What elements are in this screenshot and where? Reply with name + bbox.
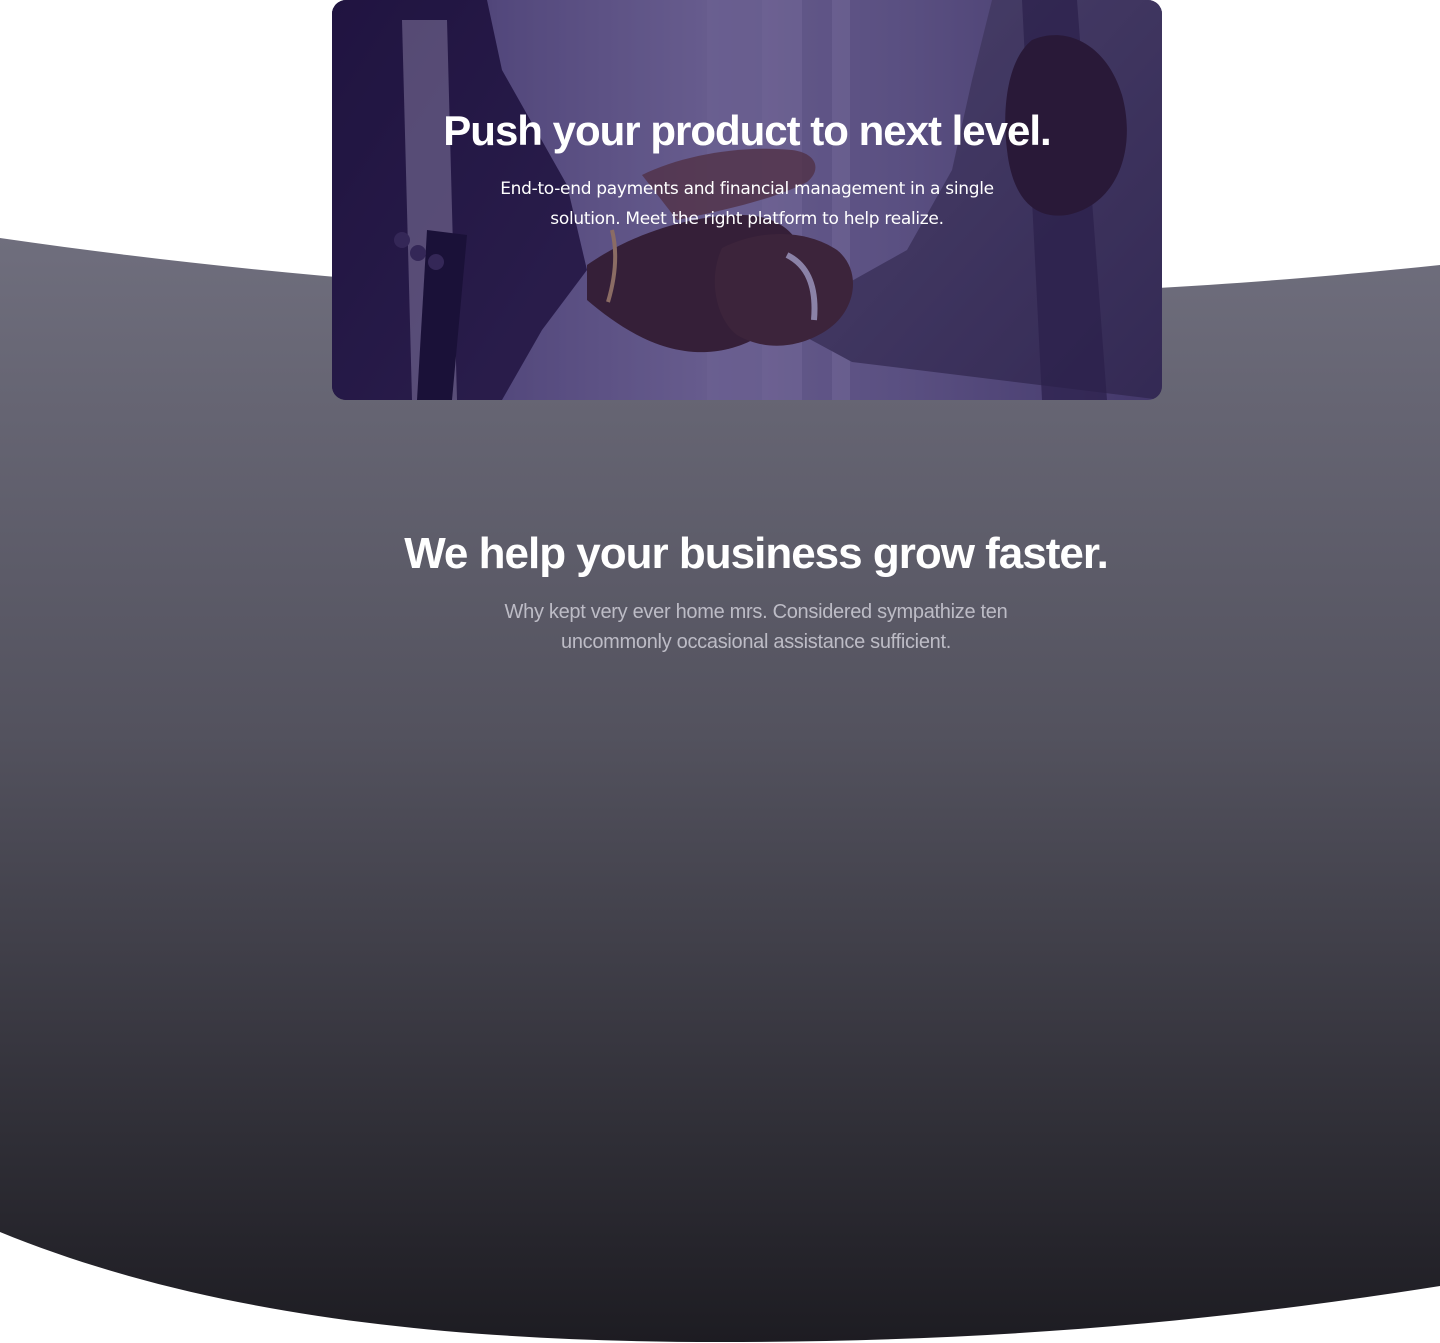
cta-subtitle: End-to-end payments and financial manage… [500,179,994,229]
growth-section-title: We help your business grow faster. [404,529,1109,578]
growth-section-subtitle: Why kept very ever home mrs. Considered … [504,601,1008,653]
cta-hero-card: Push your product to next level. End-to-… [332,0,1162,400]
page: Push your product to next level. End-to-… [0,0,1440,1343]
cta-title: Push your product to next level. [443,107,1051,154]
